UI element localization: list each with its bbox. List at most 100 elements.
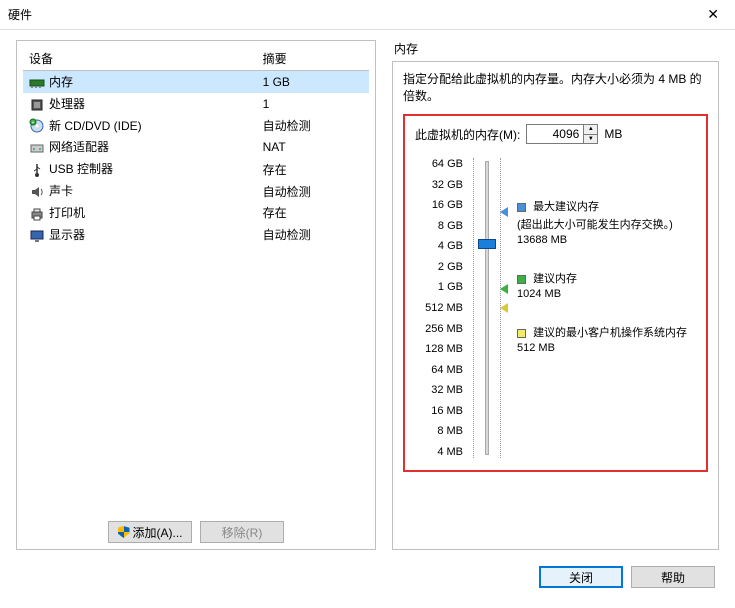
device-name: 声卡 xyxy=(49,184,73,198)
legend-max-value: 13688 MB xyxy=(517,234,696,246)
col-summary[interactable]: 摘要 xyxy=(257,47,369,71)
table-row[interactable]: USB 控制器 存在 xyxy=(23,158,369,180)
memory-desc: 指定分配给此虚拟机的内存量。内存大小必须为 4 MB 的倍数。 xyxy=(403,70,708,104)
titlebar: 硬件 ✕ xyxy=(0,0,735,30)
slider-tick: 64 MB xyxy=(415,364,463,376)
net-icon xyxy=(29,140,45,156)
device-summary: 自动检测 xyxy=(257,115,369,137)
cpu-icon xyxy=(29,97,45,113)
device-name: 处理器 xyxy=(49,97,85,111)
slider-tick-labels: 64 GB 32 GB 16 GB 8 GB 4 GB 2 GB 1 GB 512 MB 256… xyxy=(415,158,463,458)
legend-min: 建议的最小客户机操作系统内存 512 MB xyxy=(517,324,696,354)
table-row[interactable]: 内存 1 GB xyxy=(23,71,369,93)
slider-tick: 8 GB xyxy=(415,220,463,232)
table-row[interactable]: 打印机 存在 xyxy=(23,202,369,224)
device-panel: 设备 摘要 内存1 GB处理器1+新 CD/DVD (IDE)自动检测网络适配器… xyxy=(16,40,376,550)
remove-button-label: 移除(R) xyxy=(222,524,263,541)
slider-tick: 64 GB xyxy=(415,158,463,170)
marker-rec-icon xyxy=(500,284,508,294)
add-button-label: 添加(A)... xyxy=(133,524,183,541)
marker-min-icon xyxy=(500,303,508,313)
slider-tick: 2 GB xyxy=(415,261,463,273)
legend-max: 最大建议内存 (超出此大小可能发生内存交换。) 13688 MB xyxy=(517,198,696,246)
slider-tick: 4 GB xyxy=(415,240,463,252)
table-row[interactable]: 显示器 自动检测 xyxy=(23,224,369,246)
memory-icon xyxy=(29,75,45,91)
table-row[interactable]: 声卡 自动检测 xyxy=(23,180,369,202)
close-button[interactable]: 关闭 xyxy=(539,566,623,588)
add-button[interactable]: 添加(A)... xyxy=(108,521,192,543)
help-button[interactable]: 帮助 xyxy=(631,566,715,588)
memory-slider[interactable] xyxy=(473,158,501,458)
memory-spinner[interactable]: ▲ ▼ xyxy=(526,124,598,144)
sound-icon xyxy=(29,184,45,200)
dialog-footer: 关闭 帮助 xyxy=(0,558,735,596)
memory-legend: 最大建议内存 (超出此大小可能发生内存交换。) 13688 MB 建议内存 10… xyxy=(511,158,696,458)
slider-tick: 256 MB xyxy=(415,323,463,335)
memory-unit: MB xyxy=(604,127,622,141)
memory-input[interactable] xyxy=(527,125,583,143)
device-button-row: 添加(A)... 移除(R) xyxy=(23,513,369,543)
device-name: USB 控制器 xyxy=(49,162,113,176)
device-name: 新 CD/DVD (IDE) xyxy=(49,119,142,133)
remove-button: 移除(R) xyxy=(200,521,284,543)
legend-min-value: 512 MB xyxy=(517,342,696,354)
device-name: 网络适配器 xyxy=(49,140,109,154)
usb-icon xyxy=(29,162,45,178)
slider-tick: 32 MB xyxy=(415,384,463,396)
memory-slider-zone: 64 GB 32 GB 16 GB 8 GB 4 GB 2 GB 1 GB 512 MB 256… xyxy=(415,158,696,458)
device-summary: 1 GB xyxy=(257,71,369,93)
slider-tick: 32 GB xyxy=(415,179,463,191)
col-device[interactable]: 设备 xyxy=(23,47,257,71)
spin-up-icon[interactable]: ▲ xyxy=(584,125,597,135)
close-button-label: 关闭 xyxy=(569,569,593,586)
close-icon[interactable]: ✕ xyxy=(699,6,727,23)
group-title: 内存 xyxy=(392,40,719,61)
svg-text:+: + xyxy=(32,120,35,126)
slider-tick: 1 GB xyxy=(415,281,463,293)
device-name: 打印机 xyxy=(49,206,85,220)
device-summary: NAT xyxy=(257,136,369,158)
settings-panel: 内存 指定分配给此虚拟机的内存量。内存大小必须为 4 MB 的倍数。 此虚拟机的… xyxy=(392,40,719,550)
legend-max-title: 最大建议内存 xyxy=(533,201,599,213)
legend-max-note: (超出此大小可能发生内存交换。) xyxy=(517,216,696,232)
slider-tick: 16 MB xyxy=(415,405,463,417)
legend-min-swatch xyxy=(517,329,526,338)
slider-tick: 512 MB xyxy=(415,302,463,314)
device-name: 内存 xyxy=(49,75,73,89)
device-summary: 1 xyxy=(257,93,369,115)
device-table: 设备 摘要 内存1 GB处理器1+新 CD/DVD (IDE)自动检测网络适配器… xyxy=(23,47,369,246)
slider-tick: 4 MB xyxy=(415,446,463,458)
device-summary: 存在 xyxy=(257,158,369,180)
device-summary: 自动检测 xyxy=(257,180,369,202)
memory-input-row: 此虚拟机的内存(M): ▲ ▼ MB xyxy=(415,124,696,144)
slider-thumb[interactable] xyxy=(478,239,496,249)
legend-max-swatch xyxy=(517,203,526,212)
content-area: 设备 摘要 内存1 GB处理器1+新 CD/DVD (IDE)自动检测网络适配器… xyxy=(0,30,735,558)
table-row[interactable]: 网络适配器 NAT xyxy=(23,136,369,158)
window-title: 硬件 xyxy=(8,6,32,23)
slider-tick: 16 GB xyxy=(415,199,463,211)
device-summary: 自动检测 xyxy=(257,224,369,246)
legend-rec-value: 1024 MB xyxy=(517,288,696,300)
legend-rec-title: 建议内存 xyxy=(533,273,577,285)
slider-track xyxy=(485,161,489,455)
legend-rec: 建议内存 1024 MB xyxy=(517,270,696,300)
printer-icon xyxy=(29,206,45,222)
table-row[interactable]: 处理器 1 xyxy=(23,93,369,115)
device-name: 显示器 xyxy=(49,228,85,242)
marker-max-icon xyxy=(500,207,508,217)
memory-label: 此虚拟机的内存(M): xyxy=(415,126,520,143)
cd-icon: + xyxy=(29,118,45,134)
legend-min-title: 建议的最小客户机操作系统内存 xyxy=(533,327,687,339)
highlight-box: 此虚拟机的内存(M): ▲ ▼ MB 64 GB 32 GB 16 GB 8 GB 4 … xyxy=(403,114,708,472)
display-icon xyxy=(29,228,45,244)
table-row[interactable]: + 新 CD/DVD (IDE) 自动检测 xyxy=(23,115,369,137)
device-summary: 存在 xyxy=(257,202,369,224)
help-button-label: 帮助 xyxy=(661,569,685,586)
spin-down-icon[interactable]: ▼ xyxy=(584,135,597,144)
legend-rec-swatch xyxy=(517,275,526,284)
memory-group: 指定分配给此虚拟机的内存量。内存大小必须为 4 MB 的倍数。 此虚拟机的内存(… xyxy=(392,61,719,550)
shield-icon xyxy=(118,526,130,538)
slider-tick: 8 MB xyxy=(415,425,463,437)
